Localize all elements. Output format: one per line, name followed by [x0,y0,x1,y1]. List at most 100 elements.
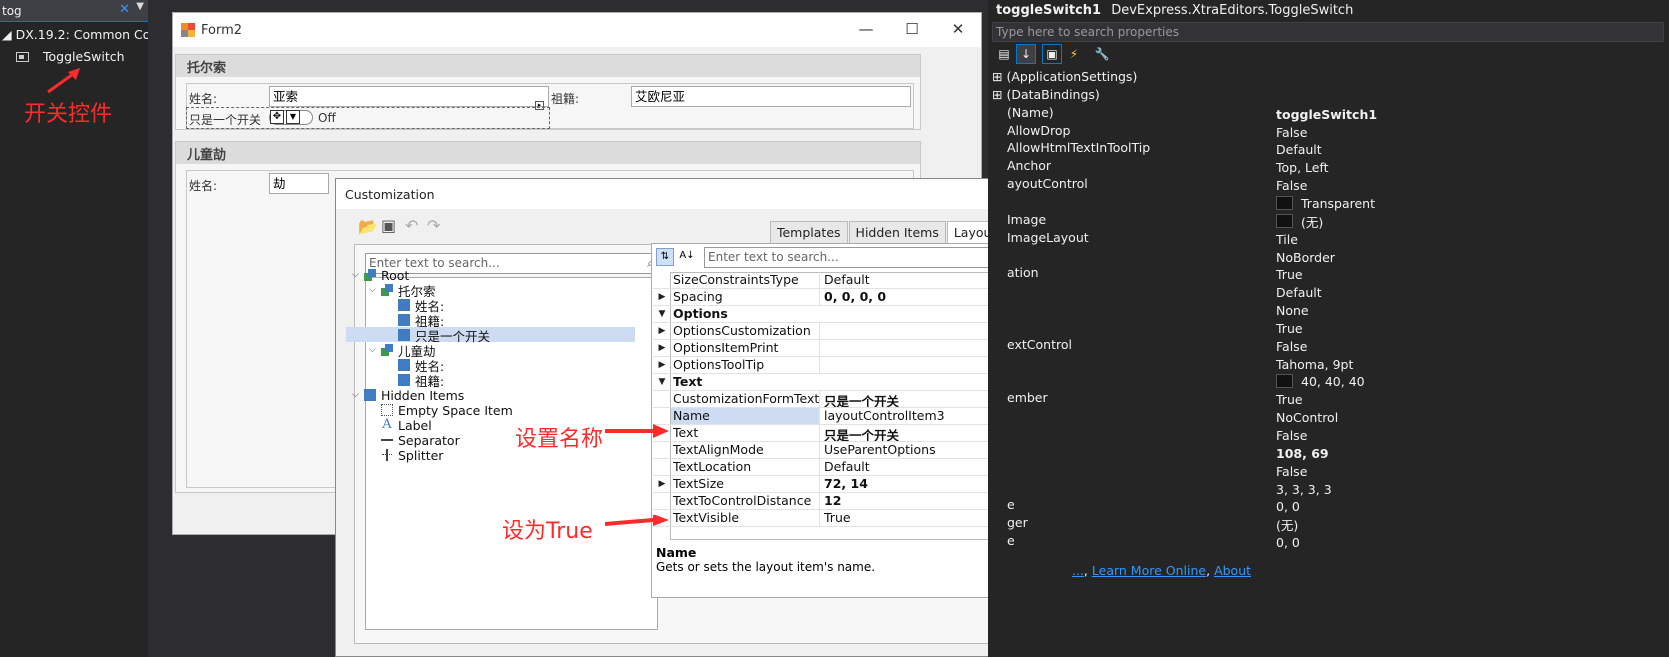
property-row[interactable]: TextToControlDistance 12 [653,493,1029,510]
link-about[interactable]: About [1214,563,1251,578]
vs-property-name[interactable]: ImageLayout [1007,230,1089,248]
expand-icon[interactable]: ⊞ [992,69,1006,84]
property-grid[interactable]: SizeConstraintsType Default ▶ Spacing 0, 0, … [653,272,1029,527]
vs-property-name[interactable]: Image [1007,212,1046,230]
vs-property-name[interactable]: AllowHtmlTextInToolTip [1007,140,1150,158]
chevron-down-icon[interactable]: ⌵ [369,285,381,295]
vs-property-value[interactable]: 3, 3, 3, 3 [1276,480,1332,498]
categorized-icon[interactable]: ⇅ [656,248,674,266]
vs-property-name[interactable]: extControl [1007,337,1072,355]
expand-icon[interactable]: ▶ [653,323,671,339]
maximize-icon[interactable]: ☐ [889,13,935,45]
clear-search-icon[interactable]: ✕ [119,2,130,17]
close-icon[interactable]: ✕ [935,13,981,45]
property-row[interactable]: TextLocation Default [653,459,1029,476]
vs-property-value[interactable]: None [1276,301,1309,319]
group-tuoersuo[interactable]: 托尔索 姓名: 亚索 ▸ 祖籍: 艾欧尼亚 只是一个开关 ✥ ▼ Off [175,54,921,130]
expand-icon[interactable]: ⊞ [992,87,1006,102]
toolbox-search[interactable]: tog ✕ ▼ [0,0,148,22]
vs-property-name[interactable]: ember [1007,390,1048,408]
toolbox-search-text[interactable]: tog [2,4,22,18]
chevron-down-icon[interactable]: ⌵ [352,390,364,400]
vs-property-name[interactable]: (Name) [1007,105,1054,123]
tree-node[interactable]: A Label [369,417,431,433]
vs-property-value[interactable]: Default [1276,283,1322,301]
vs-property-value[interactable]: Tahoma, 9pt [1276,355,1353,373]
vs-property-value[interactable]: NoBorder [1276,248,1335,266]
tree-node[interactable]: Splitter [369,447,443,463]
property-category[interactable]: ▼ Text [653,374,1029,391]
property-pages-icon[interactable]: 🔧 [1092,44,1112,64]
link-commands[interactable]: ... [1072,563,1084,578]
vs-property-value[interactable]: Default [1276,140,1322,158]
vs-property-name[interactable]: ⊞ (ApplicationSettings) [992,69,1137,87]
tab-templates[interactable]: Templates [769,221,848,244]
expand-icon[interactable]: ▶ [653,340,671,356]
property-row[interactable]: ▶ OptionsToolTip [653,357,1029,374]
vs-property-name[interactable]: ⊞ (DataBindings) [992,87,1100,105]
save-icon[interactable]: ▣ [381,216,396,235]
property-row[interactable]: ▶ Spacing 0, 0, 0, 0 [653,289,1029,306]
vs-property-name[interactable]: e [1007,497,1015,515]
vs-property-value[interactable]: Transparent [1276,194,1375,212]
form2-titlebar[interactable]: Form2 — ☐ ✕ [173,13,981,47]
vs-property-value[interactable]: 0, 0 [1276,497,1300,515]
vs-property-value[interactable]: (无) [1276,212,1323,230]
vs-property-value[interactable]: Top, Left [1276,158,1329,176]
categorized-icon[interactable]: ▤ [994,44,1014,64]
vs-property-value[interactable]: toggleSwitch1 [1276,105,1377,123]
alphabetical-icon[interactable]: ↓ [1016,44,1036,64]
vs-property-value[interactable]: False [1276,337,1307,355]
vs-property-value[interactable]: 0, 0 [1276,533,1300,551]
tree-node[interactable]: Empty Space Item [369,402,513,418]
link-learn-more[interactable]: Learn More Online [1092,563,1206,578]
property-row[interactable]: ▶ OptionsItemPrint [653,340,1029,357]
open-folder-icon[interactable]: 📂 [358,217,378,236]
redo-icon[interactable]: ↷ [427,216,440,235]
property-row[interactable]: SizeConstraintsType Default [653,272,1029,289]
vs-property-value[interactable]: 108, 69 [1276,444,1329,462]
move-handle-icon[interactable]: ✥ [270,110,284,124]
origin-input[interactable]: 艾欧尼亚 [631,86,911,107]
tree-node[interactable]: Separator [369,432,460,448]
collapse-icon[interactable]: ▼ [653,374,671,390]
tree-node[interactable]: ⌵ Hidden Items [352,387,464,403]
property-row[interactable]: TextAlignMode UseParentOptions [653,442,1029,459]
vs-property-name[interactable]: e [1007,533,1015,551]
smart-tag-icon[interactable]: ▼ [286,110,300,124]
events-icon[interactable]: ⚡ [1064,44,1084,64]
tab-hidden-items[interactable]: Hidden Items [848,221,946,244]
name-input[interactable]: 亚索 [269,86,549,107]
chevron-down-icon[interactable]: ⌵ [369,345,381,355]
vs-property-value[interactable]: (无) [1276,515,1298,533]
vs-property-name[interactable]: ation [1007,265,1039,283]
property-row[interactable]: Name layoutControlItem3 [653,408,1029,425]
property-row[interactable]: TextVisible True [653,510,1029,527]
vs-property-value[interactable]: Tile [1276,230,1298,248]
name-input[interactable]: 劫 [269,173,329,194]
toolbox-item-toggleswitch[interactable]: ToggleSwitch [16,49,125,64]
expand-icon[interactable]: ▶ [653,476,671,492]
properties-search-input[interactable]: Type here to search properties [992,22,1664,42]
expand-icon[interactable]: ▶ [653,357,671,373]
minimize-icon[interactable]: — [843,13,889,45]
property-row[interactable]: ▶ TextSize 72, 14 [653,476,1029,493]
vs-property-name[interactable]: ayoutControl [1007,176,1088,194]
vs-property-value[interactable]: True [1276,265,1303,283]
vs-property-value[interactable]: False [1276,462,1307,480]
tree-node[interactable]: 祖籍: [386,372,444,389]
vs-property-value[interactable]: 40, 40, 40 [1276,372,1365,390]
expand-icon[interactable]: ▶ [653,289,671,305]
vs-property-name[interactable]: AllowDrop [1007,123,1070,141]
vs-property-name[interactable]: ger [1007,515,1028,533]
undo-icon[interactable]: ↶ [405,216,418,235]
chevron-down-icon[interactable]: ⌵ [352,270,364,280]
property-row[interactable]: CustomizationFormText 只是一个开关 [653,391,1029,408]
vs-property-value[interactable]: False [1276,426,1307,444]
alphabetical-icon[interactable]: A↓ [678,248,696,266]
vs-property-value[interactable]: True [1276,319,1303,337]
vs-property-value[interactable]: False [1276,123,1307,141]
vs-property-value[interactable]: NoControl [1276,408,1338,426]
chevron-down-icon[interactable]: ▼ [136,1,144,12]
property-category[interactable]: ▼ Options [653,306,1029,323]
